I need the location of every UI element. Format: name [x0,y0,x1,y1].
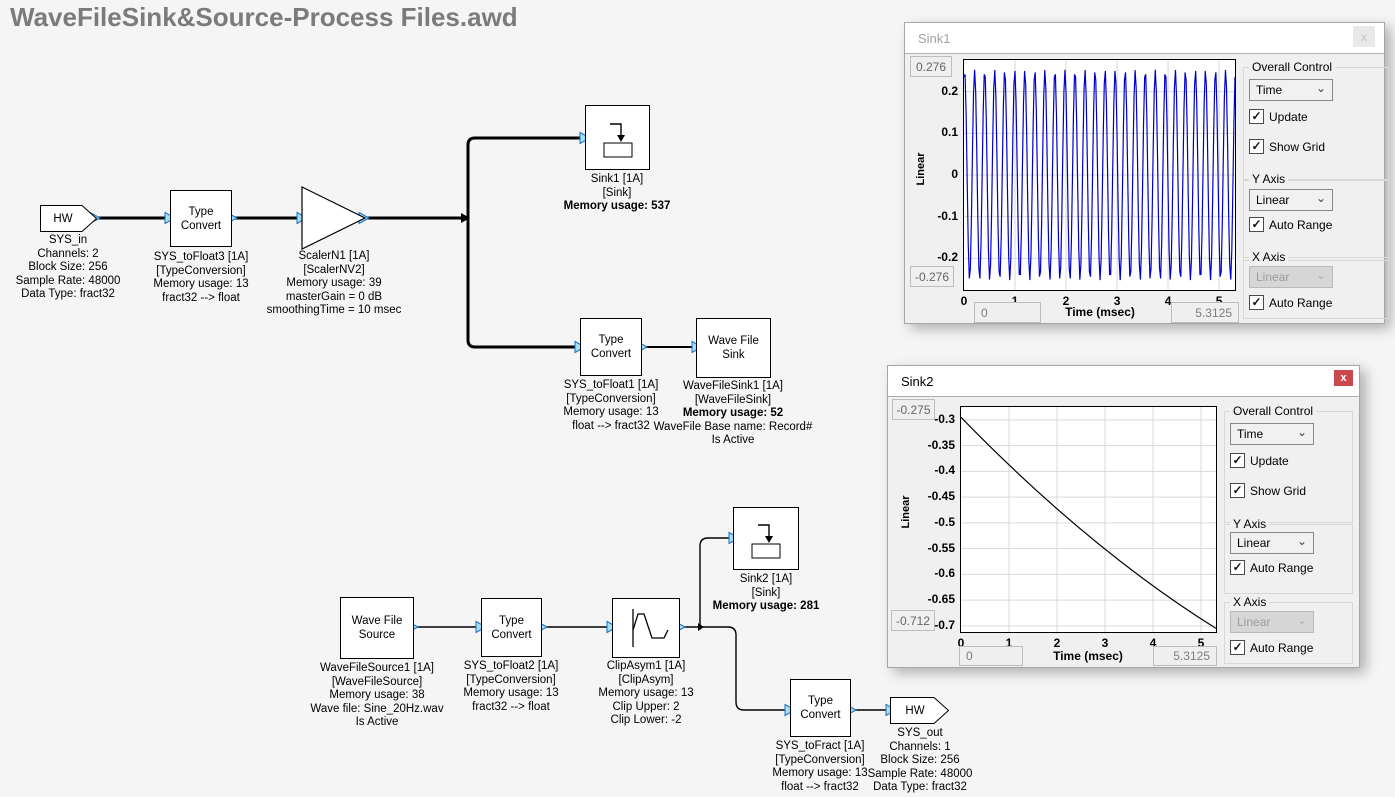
x-max-field[interactable]: 5.3125 [1171,302,1239,323]
y-axis-label: Y Axis [1230,517,1269,531]
y-tick-label: -0.1 [914,209,958,223]
x-tick-label: 2 [1039,636,1075,650]
x-auto-range-checkbox[interactable]: ✓ Auto Range [1249,295,1332,310]
checkmark-icon: ✓ [1230,483,1245,498]
y-tick-label: 0.1 [914,125,958,139]
y-tick-label: -0.6 [911,566,955,580]
checkmark-icon: ✓ [1230,453,1245,468]
close-button[interactable]: x [1334,370,1353,386]
y-tick-label: -0.55 [911,541,955,555]
y-scale-select[interactable]: Linear ⌄ [1249,189,1333,211]
sink1-plot-window: Sink1 x 0.276 Linear -0.276 0123450.20.1… [904,22,1385,324]
y-axis-label: Y Axis [1249,172,1288,186]
block-sys-tofloat3[interactable]: Type Convert [170,190,232,247]
block-hw-sys-in[interactable]: HW [40,205,98,232]
wire-junction [461,213,470,223]
y-tick-label: -0.65 [911,592,955,606]
x-axis-title: Time (msec) [1045,305,1155,319]
update-checkbox[interactable]: ✓ Update [1230,453,1289,468]
y-tick-label: -0.4 [911,463,955,477]
show-grid-checkbox[interactable]: ✓ Show Grid [1230,483,1306,498]
window-title: Sink1 [918,31,951,46]
block-caption-wavefilesink1: WaveFileSink1 [1A][WaveFileSink]Memory u… [628,380,838,448]
block-caption-scalern1: ScalerN1 [1A][ScalerNV2]Memory usage: 39… [229,250,439,318]
checkmark-icon: ✓ [1249,139,1264,154]
chevron-down-icon: ⌄ [1297,425,1307,439]
block-caption-clipasym1: ClipAsym1 [1A][ClipAsym]Memory usage: 13… [541,660,751,728]
checkmark-icon: ✓ [1230,560,1245,575]
block-sys-tofloat1[interactable]: Type Convert [580,318,642,376]
x-axis-group-label: X Axis [1230,595,1269,609]
chevron-down-icon: ⌄ [1316,191,1326,205]
chevron-down-icon: ⌄ [1316,268,1326,282]
x-axis-group-label: X Axis [1249,250,1288,264]
x-max-field[interactable]: 5.3125 [1153,646,1217,666]
chevron-down-icon: ⌄ [1297,613,1307,627]
block-wavefilesink1[interactable]: Wave File Sink [696,318,771,378]
y-tick-label: -0.3 [911,412,955,426]
chevron-down-icon: ⌄ [1297,534,1307,548]
wire-junction [698,623,704,631]
x-min-field[interactable]: 0 [974,302,1041,323]
update-checkbox[interactable]: ✓ Update [1249,109,1308,124]
y-tick-label: -0.5 [911,515,955,529]
block-sys-tofloat2[interactable]: Type Convert [481,598,542,657]
sink2-plot-window: Sink2 x -0.275 Linear -0.712 012345-0.3-… [887,365,1360,668]
y-max-readout: 0.276 [910,56,952,77]
block-wavefilesource1[interactable]: Wave File Source [340,597,414,659]
x-min-field[interactable]: 0 [959,646,1023,666]
y-tick-label: -0.7 [911,618,955,632]
y-auto-range-checkbox[interactable]: ✓ Auto Range [1230,560,1313,575]
x-axis-title: Time (msec) [1028,649,1148,663]
block-hw-sys-out[interactable]: HW [890,697,950,724]
block-caption-sink1: Sink1 [1A][Sink]Memory usage: 537 [512,173,722,214]
domain-select[interactable]: Time ⌄ [1230,423,1314,445]
waveform-plot[interactable]: 012345-0.3-0.35-0.4-0.45-0.5-0.55-0.6-0.… [960,406,1217,633]
sink-icon [743,517,789,561]
scaler-triangle-icon [301,186,367,250]
window-titlebar[interactable]: Sink1 x [905,23,1384,54]
show-grid-checkbox[interactable]: ✓ Show Grid [1249,139,1325,154]
x-tick-label: 3 [1087,636,1123,650]
y-min-readout: -0.276 [910,266,954,287]
checkmark-icon: ✓ [1249,295,1264,310]
block-sink1[interactable] [585,105,650,170]
y-tick-label: -0.45 [911,489,955,503]
file-title: WaveFileSink&Source-Process Files.awd [10,2,518,33]
block-caption-sys-out: SYS_outChannels: 1Block Size: 256Sample … [815,727,1025,795]
x-scale-select: Linear ⌄ [1230,611,1314,633]
block-caption-sink2: Sink2 [1A][Sink]Memory usage: 281 [661,573,871,614]
y-tick-label: -0.35 [911,438,955,452]
y-tick-label: 0.2 [914,84,958,98]
x-scale-select: Linear ⌄ [1249,266,1333,288]
checkmark-icon: ✓ [1249,217,1264,232]
checkmark-icon: ✓ [1249,109,1264,124]
sink-icon [595,116,641,160]
y-scale-select[interactable]: Linear ⌄ [1230,532,1314,554]
block-scalern1[interactable] [301,186,367,250]
y-tick-label: -0.2 [914,250,958,264]
block-sink2[interactable] [733,507,799,570]
y-tick-label: 0 [914,167,958,181]
close-button[interactable]: x [1353,26,1375,47]
window-title: Sink2 [901,374,934,389]
waveform-plot[interactable]: 0123450.20.10-0.1-0.2 [963,59,1236,291]
checkmark-icon: ✓ [1230,640,1245,655]
overall-control-label: Overall Control [1230,404,1316,418]
domain-select[interactable]: Time ⌄ [1249,79,1333,101]
window-titlebar[interactable]: Sink2 x [888,366,1359,397]
y-auto-range-checkbox[interactable]: ✓ Auto Range [1249,217,1332,232]
chevron-down-icon: ⌄ [1316,81,1326,95]
x-auto-range-checkbox[interactable]: ✓ Auto Range [1230,640,1313,655]
overall-control-label: Overall Control [1249,60,1335,74]
